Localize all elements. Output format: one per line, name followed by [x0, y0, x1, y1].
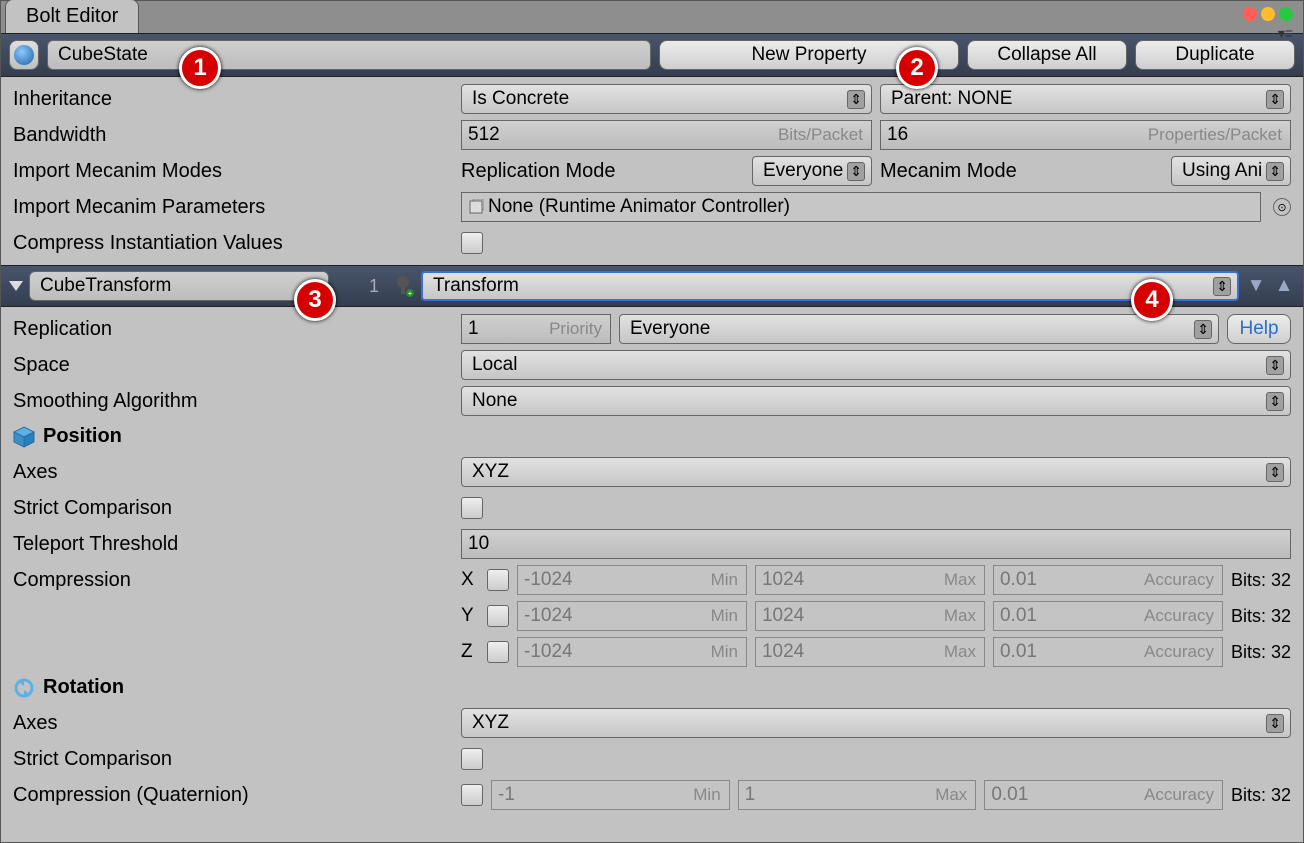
axis-y-label: Y [461, 605, 479, 627]
mecanim-mode-dropdown[interactable]: Using Ani [1171, 156, 1291, 186]
space-dropdown[interactable]: Local [461, 350, 1291, 380]
import-mecanim-params-label: Import Mecanim Parameters [13, 196, 453, 219]
rotation-icon [13, 677, 35, 699]
is-concrete-dropdown[interactable]: Is Concrete [461, 84, 872, 114]
position-compression-label: Compression [13, 569, 453, 592]
inheritance-label: Inheritance [13, 88, 453, 111]
position-strict-checkbox[interactable] [461, 497, 483, 519]
replication-mode-label: Replication Mode [461, 160, 616, 183]
axis-z-label: Z [461, 641, 479, 663]
tab-bar: Bolt Editor ▾≡ [1, 1, 1303, 33]
comp-z-acc[interactable]: 0.01Accuracy [993, 637, 1223, 667]
rotation-compression-label: Compression (Quaternion) [13, 784, 453, 807]
position-axes-label: Axes [13, 461, 453, 484]
rot-comp-checkbox[interactable] [461, 784, 483, 806]
rotation-strict-label: Strict Comparison [13, 748, 453, 771]
move-down-icon[interactable]: ▼ [1245, 275, 1267, 297]
mecanim-mode-label: Mecanim Mode [880, 160, 1017, 183]
parent-dropdown[interactable]: Parent: NONE [880, 84, 1291, 114]
state-name-field[interactable]: CubeState [47, 40, 651, 70]
smoothing-label: Smoothing Algorithm [13, 390, 453, 413]
replication-dropdown[interactable]: Everyone [619, 314, 1219, 344]
comp-z-checkbox[interactable] [487, 641, 509, 663]
svg-text:+: + [408, 289, 413, 297]
controller-icon[interactable]: + [391, 274, 415, 298]
state-settings: Inheritance Is Concrete Parent: NONE Ban… [1, 77, 1303, 265]
comp-x-max[interactable]: 1024Max [755, 565, 985, 595]
rotation-axes-dropdown[interactable]: XYZ [461, 708, 1291, 738]
callout-4: 4 [1131, 279, 1173, 321]
compress-instantiation-label: Compress Instantiation Values [13, 232, 453, 255]
animator-controller-field[interactable]: None (Runtime Animator Controller) [461, 192, 1261, 222]
window-controls [1243, 7, 1293, 21]
comp-x-min[interactable]: -1024Min [517, 565, 747, 595]
position-icon [13, 426, 35, 448]
callout-3: 3 [294, 279, 336, 321]
tab-bolt-editor[interactable]: Bolt Editor [5, 0, 139, 33]
state-type-icon [9, 40, 39, 70]
callout-2: 2 [896, 47, 938, 89]
position-strict-label: Strict Comparison [13, 497, 453, 520]
comp-y-min[interactable]: -1024Min [517, 601, 747, 631]
teleport-threshold-field[interactable]: 10 [461, 529, 1291, 559]
editor-window: Bolt Editor ▾≡ CubeState New Property Co… [0, 0, 1304, 843]
close-icon[interactable] [1243, 7, 1257, 21]
replication-mode-dropdown[interactable]: Everyone [752, 156, 872, 186]
help-button[interactable]: Help [1227, 314, 1291, 344]
priority-field[interactable]: 1Priority [461, 314, 611, 344]
comp-x-bits: Bits: 32 [1231, 570, 1291, 591]
position-section-header: Position [13, 419, 1291, 454]
compress-instantiation-checkbox[interactable] [461, 232, 483, 254]
comp-x-checkbox[interactable] [487, 569, 509, 591]
space-label: Space [13, 354, 453, 377]
maximize-icon[interactable] [1279, 7, 1293, 21]
object-picker-icon[interactable]: ⊙ [1273, 198, 1291, 216]
property-name-field[interactable]: CubeTransform [29, 271, 329, 301]
axis-x-label: X [461, 569, 479, 591]
rotation-strict-checkbox[interactable] [461, 748, 483, 770]
rot-comp-bits: Bits: 32 [1231, 785, 1291, 806]
bandwidth-props-field[interactable]: 16Properties/Packet [880, 120, 1291, 150]
comp-y-max[interactable]: 1024Max [755, 601, 985, 631]
minimize-icon[interactable] [1261, 7, 1275, 21]
comp-y-bits: Bits: 32 [1231, 606, 1291, 627]
object-icon [468, 199, 484, 215]
import-mecanim-modes-label: Import Mecanim Modes [13, 160, 453, 183]
comp-y-checkbox[interactable] [487, 605, 509, 627]
position-axes-dropdown[interactable]: XYZ [461, 457, 1291, 487]
tab-options-icon[interactable]: ▾≡ [1278, 25, 1293, 42]
comp-y-acc[interactable]: 0.01Accuracy [993, 601, 1223, 631]
props-per-packet-hint: Properties/Packet [1148, 125, 1282, 145]
duplicate-button[interactable]: Duplicate [1135, 40, 1295, 70]
teleport-threshold-label: Teleport Threshold [13, 533, 453, 556]
comp-z-max[interactable]: 1024Max [755, 637, 985, 667]
replication-label: Replication [13, 318, 453, 341]
rotation-axes-label: Axes [13, 712, 453, 735]
bandwidth-label: Bandwidth [13, 124, 453, 147]
collapse-all-button[interactable]: Collapse All [967, 40, 1127, 70]
comp-z-min[interactable]: -1024Min [517, 637, 747, 667]
comp-x-acc[interactable]: 0.01Accuracy [993, 565, 1223, 595]
rot-comp-min[interactable]: -1Min [491, 780, 730, 810]
property-type-dropdown[interactable]: Transform [421, 271, 1239, 301]
rotation-section-header: Rotation [13, 670, 1291, 705]
rot-comp-max[interactable]: 1Max [738, 780, 977, 810]
property-details: Replication 1Priority Everyone Help Spac… [1, 307, 1303, 817]
bits-per-packet-hint: Bits/Packet [778, 125, 863, 145]
callout-1: 1 [179, 47, 221, 89]
expand-toggle-icon[interactable] [9, 281, 23, 291]
property-header-bar: CubeTransform 1 + Transform ▼ ▲ [1, 265, 1303, 307]
move-up-icon[interactable]: ▲ [1273, 275, 1295, 297]
bandwidth-bits-field[interactable]: 512Bits/Packet [461, 120, 872, 150]
comp-z-bits: Bits: 32 [1231, 642, 1291, 663]
rot-comp-acc[interactable]: 0.01Accuracy [984, 780, 1223, 810]
property-index-label: 1 [335, 276, 385, 297]
smoothing-dropdown[interactable]: None [461, 386, 1291, 416]
